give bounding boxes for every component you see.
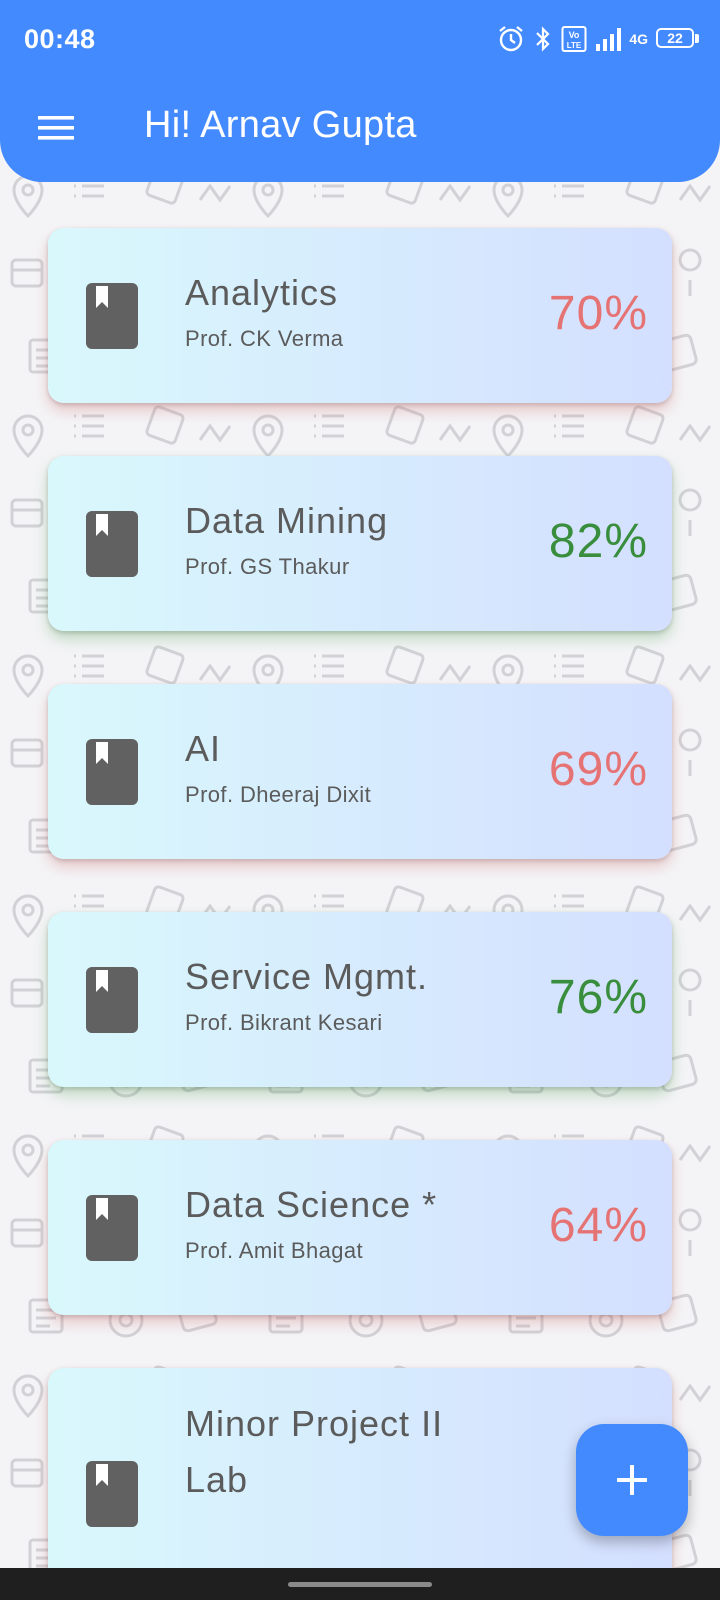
bookmark-book-icon <box>86 511 138 577</box>
professor-name: Prof. GS Thakur <box>185 554 350 579</box>
attendance-percent: 82% <box>548 515 648 568</box>
home-gesture-handle[interactable] <box>288 1582 432 1587</box>
battery-icon: 22 <box>656 28 700 50</box>
volte-icon: Vo LTE <box>561 26 587 52</box>
bookmark-book-icon <box>86 967 138 1033</box>
battery-level-text: 22 <box>667 30 683 46</box>
signal-icon <box>596 28 622 51</box>
subject-list[interactable]: Analytics Prof. CK Verma 70% Data Mining… <box>0 0 720 1568</box>
bookmark-book-icon <box>86 739 138 805</box>
subject-name: Analytics <box>185 272 339 313</box>
bookmark-book-icon <box>86 1195 138 1261</box>
attendance-percent: 70% <box>548 287 648 340</box>
status-icons: Vo LTE 4G 22 <box>497 22 700 56</box>
attendance-percent: 69% <box>548 743 648 796</box>
subject-card[interactable]: Data Mining Prof. GS Thakur 82% <box>48 456 672 631</box>
subject-card[interactable]: AI Prof. Dheeraj Dixit 69% <box>48 684 672 859</box>
status-time: 00:48 <box>24 24 96 54</box>
plus-icon <box>617 1465 647 1495</box>
subject-name: Data Mining <box>185 500 389 541</box>
app-title: Hi! Arnav Gupta <box>144 104 417 146</box>
subject-card[interactable]: Data Science * Prof. Amit Bhagat 64% <box>48 1140 672 1315</box>
alarm-icon <box>499 26 524 52</box>
attendance-percent: 64% <box>548 1199 648 1252</box>
network-type-label: 4G <box>629 31 648 47</box>
bookmark-book-icon <box>86 283 138 349</box>
professor-name: Prof. Dheeraj Dixit <box>185 782 372 807</box>
attendance-percent: 76% <box>548 971 648 1024</box>
menu-button[interactable] <box>28 104 84 152</box>
svg-text:LTE: LTE <box>567 41 582 50</box>
subject-name: AI <box>185 728 222 769</box>
add-subject-button[interactable] <box>576 1424 688 1536</box>
professor-name: Prof. CK Verma <box>185 326 344 351</box>
subject-card[interactable]: Analytics Prof. CK Verma 70% <box>48 228 672 403</box>
subject-name: Minor Project II Lab <box>185 1403 444 1500</box>
subject-name: Service Mgmt. <box>185 956 429 997</box>
bookmark-book-icon <box>86 1461 138 1527</box>
bluetooth-icon <box>536 26 550 52</box>
subject-card[interactable]: Service Mgmt. Prof. Bikrant Kesari 76% <box>48 912 672 1087</box>
subject-name: Data Science * <box>185 1184 438 1225</box>
svg-text:Vo: Vo <box>569 30 580 40</box>
status-bar: 00:48 Vo LTE 4G 22 <box>0 0 720 80</box>
professor-name: Prof. Bikrant Kesari <box>185 1010 383 1035</box>
professor-name: Prof. Amit Bhagat <box>185 1238 363 1263</box>
system-nav-bar <box>0 1568 720 1600</box>
menu-icon <box>38 116 74 140</box>
app-bar: 00:48 Vo LTE 4G 22 Hi! Arnav Gupta <box>0 0 720 182</box>
